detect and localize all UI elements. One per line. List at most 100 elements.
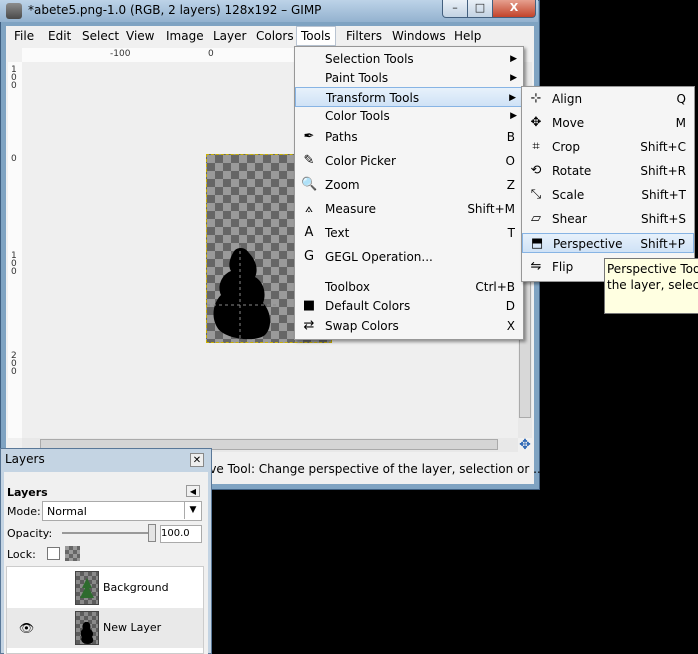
ruler-tick: 2 0 0 [11,351,17,377]
tools-item-transform-tools[interactable]: Transform Tools ▶ [295,87,523,107]
tree-thumb-icon [80,578,94,598]
ruler-tick: 1 0 0 [11,251,17,277]
text-icon: A [304,225,314,240]
tools-item-paths[interactable]: ✒ Paths B [295,127,523,147]
menu-item-shortcut: Shift+S [641,212,686,226]
mode-value: Normal [47,505,87,518]
eye-icon[interactable]: 👁 [19,621,34,635]
layer-row-background[interactable]: Background [7,568,203,608]
chevron-down-icon[interactable]: ▼ [184,502,201,519]
layer-thumbnail [75,571,99,605]
menu-item-label: Align [552,92,583,106]
align-icon: ⊹ [530,91,542,106]
menu-layer[interactable]: Layer [209,28,250,44]
tools-item-text[interactable]: A Text T [295,223,523,243]
menu-colors[interactable]: Colors [252,28,298,44]
menu-item-shortcut: D [505,299,515,313]
tools-item-measure[interactable]: ⟑ Measure Shift+M [295,199,523,219]
menu-item-shortcut: T [507,226,515,240]
menu-windows[interactable]: Windows [388,28,450,44]
menu-file[interactable]: File [10,28,38,44]
tools-item-selection-tools[interactable]: Selection Tools ▶ [295,49,523,69]
minimize-button[interactable]: – [442,0,468,18]
tools-item-zoom[interactable]: 🔍 Zoom Z [295,175,523,195]
menu-item-shortcut: Ctrl+B [475,280,515,294]
tools-item-paint-tools[interactable]: Paint Tools ▶ [295,68,523,88]
menu-select[interactable]: Select [78,28,123,44]
gegl-icon: G [303,249,315,264]
menu-item-label: Perspective [553,237,623,251]
layer-name[interactable]: Background [103,581,169,594]
transform-item-rotate[interactable]: ⟲ Rotate Shift+R [522,161,694,181]
gimp-app-icon [6,3,22,19]
tools-item-toolbox[interactable]: Toolbox Ctrl+B [295,277,523,297]
transform-item-scale[interactable]: ⤡ Scale Shift+T [522,185,694,205]
menu-item-label: Measure [325,202,376,216]
tooltip: Perspective Tool: the layer, selectio [604,258,698,314]
rotate-icon: ⟲ [530,163,542,178]
vertical-ruler[interactable]: 1 0 0 0 1 0 0 2 0 0 [8,62,23,438]
menu-view[interactable]: View [122,28,158,44]
layer-thumbnail [75,611,99,645]
close-icon[interactable]: ✕ [190,453,204,467]
tools-item-swap-colors[interactable]: ⇄ Swap Colors X [295,316,523,336]
zoom-icon: 🔍 [301,177,318,192]
menu-item-label: Rotate [552,164,592,178]
transform-item-move[interactable]: ✥ Move M [522,113,694,133]
tooltip-line: Perspective Tool: [607,262,698,276]
status-text: ive Tool: Change perspective of the laye… [206,462,545,476]
menu-item-label: Paths [325,130,358,144]
menu-item-label: Paint Tools [325,71,389,85]
menu-item-shortcut: Shift+C [640,140,686,154]
window-title: *abete5.png-1.0 (RGB, 2 layers) 128x192 … [28,3,322,17]
menu-tools[interactable]: Tools [296,26,336,46]
ruler-tick: 0 [208,49,214,59]
perspective-icon: ⬒ [530,236,544,251]
default-colors-icon: ■ [302,298,316,313]
opacity-spinbox[interactable]: 100.0 [160,525,202,543]
layer-name[interactable]: New Layer [103,621,161,634]
maximize-button[interactable]: □ [467,0,493,18]
menu-item-label: Toolbox [325,280,370,294]
menu-bar: File Edit Select View Image Layer Colors… [6,26,534,46]
color-picker-icon: ✎ [303,153,315,168]
transform-item-perspective[interactable]: ⬒ Perspective Shift+P [522,233,694,253]
layers-tab[interactable]: Layers [7,486,48,499]
close-button[interactable]: X [492,0,536,18]
mode-label: Mode: [7,505,41,518]
tools-item-default-colors[interactable]: ■ Default Colors D [295,296,523,316]
lock-alpha-icon[interactable] [65,546,80,561]
menu-filters[interactable]: Filters [342,28,386,44]
tools-item-color-picker[interactable]: ✎ Color Picker O [295,151,523,171]
tab-menu-icon[interactable]: ◀ [186,485,200,497]
menu-item-label: Color Tools [325,109,390,123]
navigate-icon[interactable]: ✥ [518,438,532,452]
menu-edit[interactable]: Edit [44,28,75,44]
tree-thumb-icon [80,622,94,644]
menu-image[interactable]: Image [162,28,208,44]
ruler-tick: 0 [11,154,17,164]
transform-item-shear[interactable]: ▱ Shear Shift+S [522,209,694,229]
chevron-right-icon: ▶ [510,111,517,121]
menu-item-shortcut: M [675,116,686,130]
menu-item-shortcut: B [506,130,515,144]
lock-label: Lock: [7,548,36,561]
tools-item-color-tools[interactable]: Color Tools ▶ [295,106,523,126]
menu-item-label: Scale [552,188,585,202]
menu-item-label: Default Colors [325,299,411,313]
opacity-slider-handle[interactable] [148,524,156,542]
lock-pixels-checkbox[interactable] [47,547,60,560]
menu-item-label: Swap Colors [325,319,399,333]
move-icon: ✥ [530,115,542,130]
opacity-slider[interactable] [62,532,156,534]
layer-row-new-layer[interactable]: 👁 New Layer [7,608,203,648]
transform-item-crop[interactable]: ⌗ Crop Shift+C [522,137,694,157]
flip-icon: ⇋ [530,259,542,274]
crop-icon: ⌗ [532,139,540,154]
menu-item-label: Flip [552,260,574,274]
menu-help[interactable]: Help [450,28,485,44]
menu-item-label: Selection Tools [325,52,414,66]
ruler-tick: 1 0 0 [11,65,17,91]
transform-item-align[interactable]: ⊹ Align Q [522,89,694,109]
tools-item-gegl-operation[interactable]: G GEGL Operation... [295,247,523,267]
